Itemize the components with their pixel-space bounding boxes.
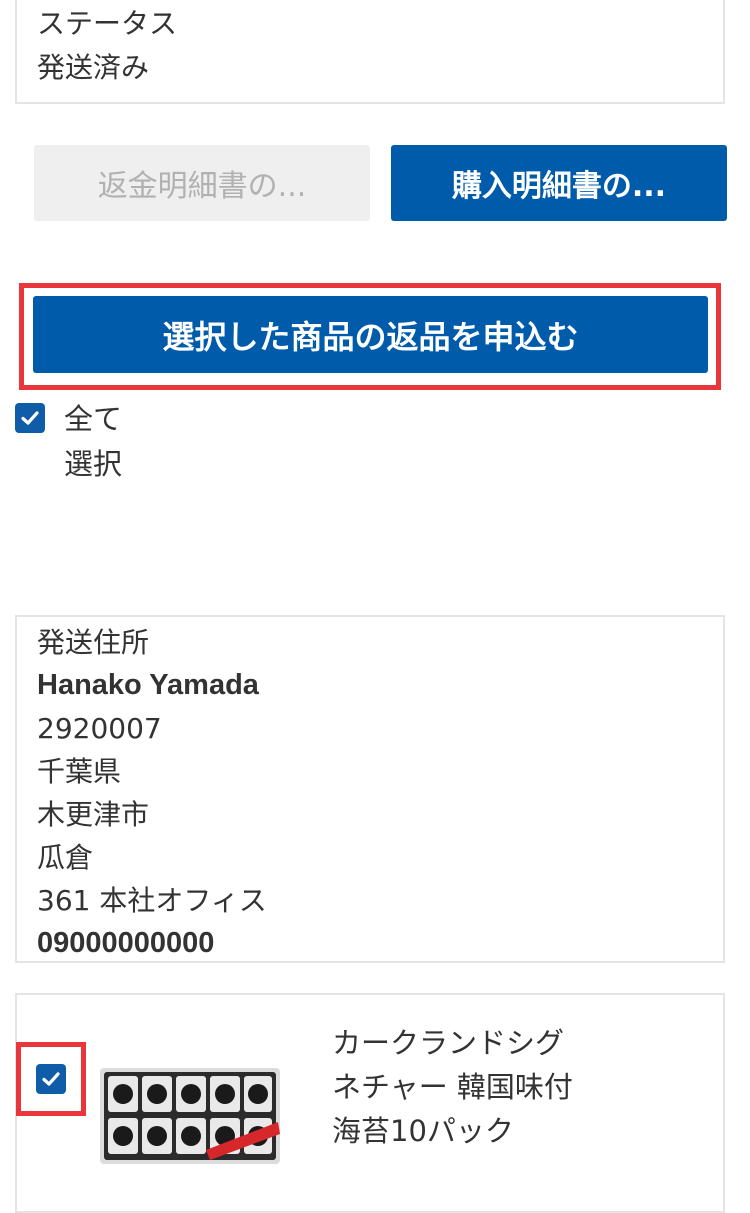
- item-name[interactable]: カークランドシグ ネチャー 韓国味付 海苔10パック: [332, 1021, 573, 1153]
- item-name-line2: ネチャー 韓国味付: [332, 1070, 573, 1104]
- purchase-statement-button[interactable]: 購入明細書の...: [391, 145, 727, 221]
- status-label: ステータス: [37, 7, 178, 40]
- street-address: 361 本社オフィス: [37, 884, 267, 917]
- select-all-label-line2: 選択: [64, 447, 123, 481]
- item-name-line3: 海苔10パック: [332, 1114, 514, 1148]
- checkmark-icon: [42, 1072, 60, 1086]
- item-name-line1: カークランドシグ: [332, 1026, 565, 1060]
- return-request-button[interactable]: 選択した商品の返品を申込む: [33, 296, 708, 373]
- postal-code: 2920007: [37, 712, 162, 745]
- item-checkbox[interactable]: [36, 1064, 66, 1094]
- town: 瓜倉: [37, 841, 94, 874]
- select-all-label: 全て 選択: [64, 397, 122, 487]
- refund-statement-button[interactable]: 返金明細書の...: [34, 145, 370, 221]
- checkmark-icon: [21, 411, 39, 425]
- shipping-address-panel: 発送住所 Hanako Yamada 2920007 千葉県 木更津市 瓜倉 3…: [15, 615, 725, 963]
- city: 木更津市: [37, 798, 150, 831]
- address-label: 発送住所: [37, 626, 150, 659]
- select-all-checkbox[interactable]: [15, 403, 45, 433]
- prefecture: 千葉県: [37, 755, 122, 788]
- status-value: 発送済み: [37, 51, 150, 84]
- order-status-panel: ステータス 発送済み: [15, 0, 725, 104]
- recipient-name: Hanako Yamada: [37, 669, 259, 701]
- select-all-label-line1: 全て: [64, 402, 123, 436]
- phone-number: 09000000000: [37, 927, 215, 959]
- product-image[interactable]: [98, 1062, 282, 1166]
